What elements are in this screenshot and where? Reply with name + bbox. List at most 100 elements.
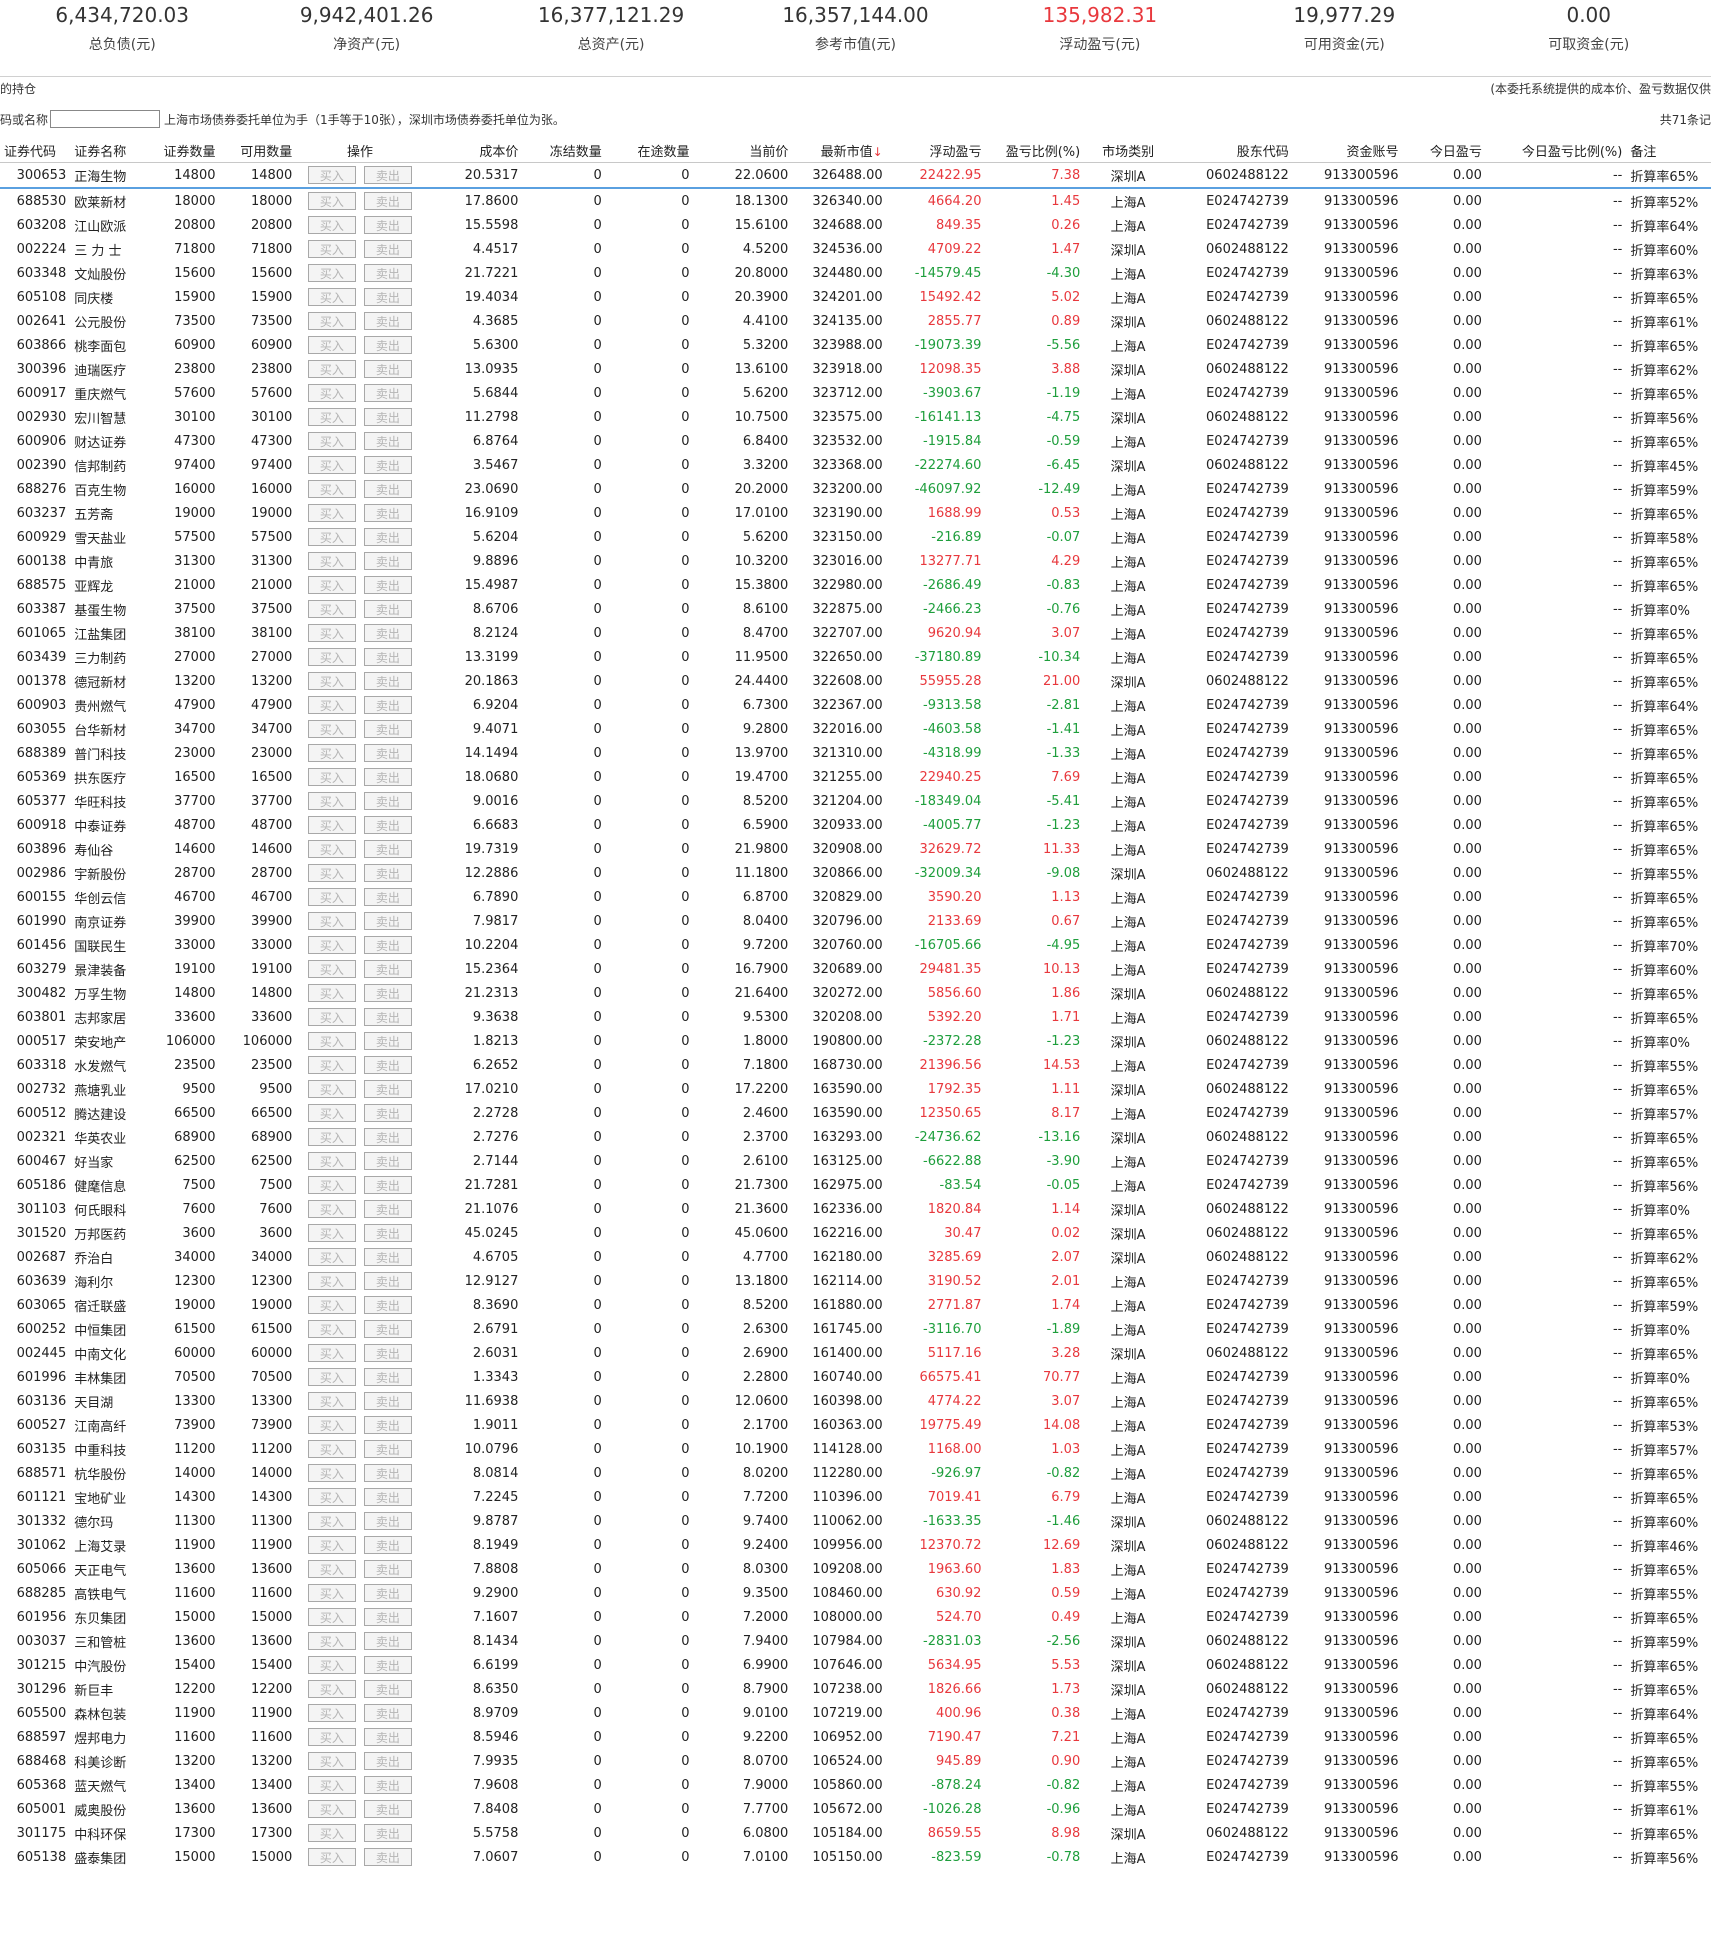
sell-button[interactable]: 卖出 — [363, 1104, 412, 1122]
table-row[interactable]: 600252 中恒集团 61500 61500 买入 卖出 2.6791 0 0 2.6300 16… — [0, 1317, 1711, 1341]
table-row[interactable]: 605368 蓝天燃气 13400 13400 买入 卖出 7.9608 0 0 7.9000 10… — [0, 1773, 1711, 1797]
buy-button[interactable]: 买入 — [307, 1368, 356, 1386]
buy-button[interactable]: 买入 — [307, 1008, 356, 1026]
buy-button[interactable]: 买入 — [307, 1512, 356, 1530]
buy-button[interactable]: 买入 — [307, 912, 356, 930]
table-row[interactable]: 600527 江南高纤 73900 73900 买入 卖出 1.9011 0 0 2.1700 16… — [0, 1413, 1711, 1437]
sell-button[interactable]: 卖出 — [363, 1056, 412, 1074]
table-row[interactable]: 001378 德冠新材 13200 13200 买入 卖出 20.1863 0 0 24.4400… — [0, 669, 1711, 693]
sell-button[interactable]: 卖出 — [363, 960, 412, 978]
sell-button[interactable]: 卖出 — [363, 1224, 412, 1242]
buy-button[interactable]: 买入 — [307, 1320, 356, 1338]
buy-button[interactable]: 买入 — [307, 264, 356, 282]
table-row[interactable]: 603055 台华新材 34700 34700 买入 卖出 9.4071 0 0 9.2800 32… — [0, 717, 1711, 741]
buy-button[interactable]: 买入 — [307, 1392, 356, 1410]
table-row[interactable]: 600929 雪天盐业 57500 57500 买入 卖出 5.6204 0 0 5.6200 32… — [0, 525, 1711, 549]
sell-button[interactable]: 卖出 — [363, 1272, 412, 1290]
table-row[interactable]: 603065 宿迁联盛 19000 19000 买入 卖出 8.3690 0 0 8.5200 16… — [0, 1293, 1711, 1317]
column-header[interactable]: 证券代码 — [0, 138, 71, 163]
sell-button[interactable]: 卖出 — [363, 1152, 412, 1170]
table-row[interactable]: 688530 欧莱新材 18000 18000 买入 卖出 17.8600 0 0 18.1300… — [0, 188, 1711, 213]
table-row[interactable]: 603439 三力制药 27000 27000 买入 卖出 13.3199 0 0 11.9500… — [0, 645, 1711, 669]
column-header[interactable]: 股东代码 — [1172, 138, 1293, 163]
table-row[interactable]: 600903 贵州燃气 47900 47900 买入 卖出 6.9204 0 0 6.7300 32… — [0, 693, 1711, 717]
buy-button[interactable]: 买入 — [307, 384, 356, 402]
table-row[interactable]: 605138 盛泰集团 15000 15000 买入 卖出 7.0607 0 0 7.0100 10… — [0, 1845, 1711, 1869]
sell-button[interactable]: 卖出 — [363, 1728, 412, 1746]
sell-button[interactable]: 卖出 — [363, 1344, 412, 1362]
buy-button[interactable]: 买入 — [307, 312, 356, 330]
sell-button[interactable]: 卖出 — [363, 1656, 412, 1674]
table-row[interactable]: 605001 威奥股份 13600 13600 买入 卖出 7.8408 0 0 7.7700 10… — [0, 1797, 1711, 1821]
column-header[interactable]: 可用数量 — [219, 138, 297, 163]
buy-button[interactable]: 买入 — [307, 576, 356, 594]
table-row[interactable]: 301296 新巨丰 12200 12200 买入 卖出 8.6350 0 0 8.7900 107… — [0, 1677, 1711, 1701]
column-header[interactable]: 盈亏比例(%) — [985, 138, 1085, 163]
sell-button[interactable]: 卖出 — [363, 1368, 412, 1386]
table-row[interactable]: 600512 腾达建设 66500 66500 买入 卖出 2.2728 0 0 2.4600 16… — [0, 1101, 1711, 1125]
buy-button[interactable]: 买入 — [307, 936, 356, 954]
positions-grid[interactable]: 证券代码 证券名称 证券数量 可用数量 操作 成本价 冻结数量 在途数量 当前价 最新市值↓ 浮动盈… — [0, 138, 1711, 1934]
column-header[interactable]: 在途数量 — [605, 138, 694, 163]
sell-button[interactable]: 卖出 — [363, 240, 412, 258]
sell-button[interactable]: 卖出 — [363, 720, 412, 738]
column-header[interactable]: 资金账号 — [1292, 138, 1403, 163]
column-header[interactable]: 证券数量 — [149, 138, 220, 163]
buy-button[interactable]: 买入 — [307, 1416, 356, 1434]
buy-button[interactable]: 买入 — [307, 1584, 356, 1602]
sell-button[interactable]: 卖出 — [363, 576, 412, 594]
sell-button[interactable]: 卖出 — [363, 1632, 412, 1650]
table-row[interactable]: 603896 寿仙谷 14600 14600 买入 卖出 19.7319 0 0 21.9800 3… — [0, 837, 1711, 861]
buy-button[interactable]: 买入 — [307, 672, 356, 690]
table-row[interactable]: 603866 桃李面包 60900 60900 买入 卖出 5.6300 0 0 5.3200 32… — [0, 333, 1711, 357]
table-row[interactable]: 301332 德尔玛 11300 11300 买入 卖出 9.8787 0 0 9.7400 110… — [0, 1509, 1711, 1533]
buy-button[interactable]: 买入 — [307, 216, 356, 234]
buy-button[interactable]: 买入 — [307, 1632, 356, 1650]
sell-button[interactable]: 卖出 — [363, 528, 412, 546]
buy-button[interactable]: 买入 — [307, 1800, 356, 1818]
sell-button[interactable]: 卖出 — [363, 888, 412, 906]
buy-button[interactable]: 买入 — [307, 1224, 356, 1242]
sell-button[interactable]: 卖出 — [363, 1464, 412, 1482]
buy-button[interactable]: 买入 — [307, 1776, 356, 1794]
sell-button[interactable]: 卖出 — [363, 552, 412, 570]
sell-button[interactable]: 卖出 — [363, 1296, 412, 1314]
table-row[interactable]: 601990 南京证券 39900 39900 买入 卖出 7.9817 0 0 8.0400 32… — [0, 909, 1711, 933]
column-header[interactable]: 备注 — [1626, 138, 1711, 163]
buy-button[interactable]: 买入 — [307, 1056, 356, 1074]
table-row[interactable]: 603208 江山欧派 20800 20800 买入 卖出 15.5598 0 0 15.6100… — [0, 213, 1711, 237]
sell-button[interactable]: 卖出 — [363, 1128, 412, 1146]
table-row[interactable]: 000517 荣安地产 106000 106000 买入 卖出 1.8213 0 0 1.8000… — [0, 1029, 1711, 1053]
column-header[interactable]: 证券名称 — [70, 138, 150, 163]
sell-button[interactable]: 卖出 — [363, 1320, 412, 1338]
code-or-name-input[interactable] — [50, 110, 161, 128]
table-row[interactable]: 688571 杭华股份 14000 14000 买入 卖出 8.0814 0 0 8.0200 11… — [0, 1461, 1711, 1485]
buy-button[interactable]: 买入 — [307, 456, 356, 474]
buy-button[interactable]: 买入 — [307, 696, 356, 714]
sell-button[interactable]: 卖出 — [363, 1560, 412, 1578]
buy-button[interactable]: 买入 — [307, 624, 356, 642]
buy-button[interactable]: 买入 — [307, 166, 356, 184]
sell-button[interactable]: 卖出 — [363, 264, 412, 282]
column-header[interactable]: 最新市值↓ — [792, 138, 887, 163]
table-row[interactable]: 601065 江盐集团 38100 38100 买入 卖出 8.2124 0 0 8.4700 32… — [0, 621, 1711, 645]
table-row[interactable]: 605500 森林包装 11900 11900 买入 卖出 8.9709 0 0 9.0100 10… — [0, 1701, 1711, 1725]
buy-button[interactable]: 买入 — [307, 960, 356, 978]
sell-button[interactable]: 卖出 — [363, 1080, 412, 1098]
sell-button[interactable]: 卖出 — [363, 1416, 412, 1434]
buy-button[interactable]: 买入 — [307, 1152, 356, 1170]
sell-button[interactable]: 卖出 — [363, 840, 412, 858]
buy-button[interactable]: 买入 — [307, 360, 356, 378]
table-row[interactable]: 688276 百克生物 16000 16000 买入 卖出 23.0690 0 0 20.2000… — [0, 477, 1711, 501]
buy-button[interactable]: 买入 — [307, 600, 356, 618]
table-row[interactable]: 603801 志邦家居 33600 33600 买入 卖出 9.3638 0 0 9.5300 32… — [0, 1005, 1711, 1029]
sell-button[interactable]: 卖出 — [363, 336, 412, 354]
buy-button[interactable]: 买入 — [307, 408, 356, 426]
table-row[interactable]: 605108 同庆楼 15900 15900 买入 卖出 19.4034 0 0 20.3900 3… — [0, 285, 1711, 309]
table-row[interactable]: 002641 公元股份 73500 73500 买入 卖出 4.3685 0 0 4.4100 32… — [0, 309, 1711, 333]
column-header[interactable]: 今日盈亏 — [1402, 138, 1486, 163]
buy-button[interactable]: 买入 — [307, 336, 356, 354]
sell-button[interactable]: 卖出 — [363, 192, 412, 210]
buy-button[interactable]: 买入 — [307, 1608, 356, 1626]
buy-button[interactable]: 买入 — [307, 288, 356, 306]
